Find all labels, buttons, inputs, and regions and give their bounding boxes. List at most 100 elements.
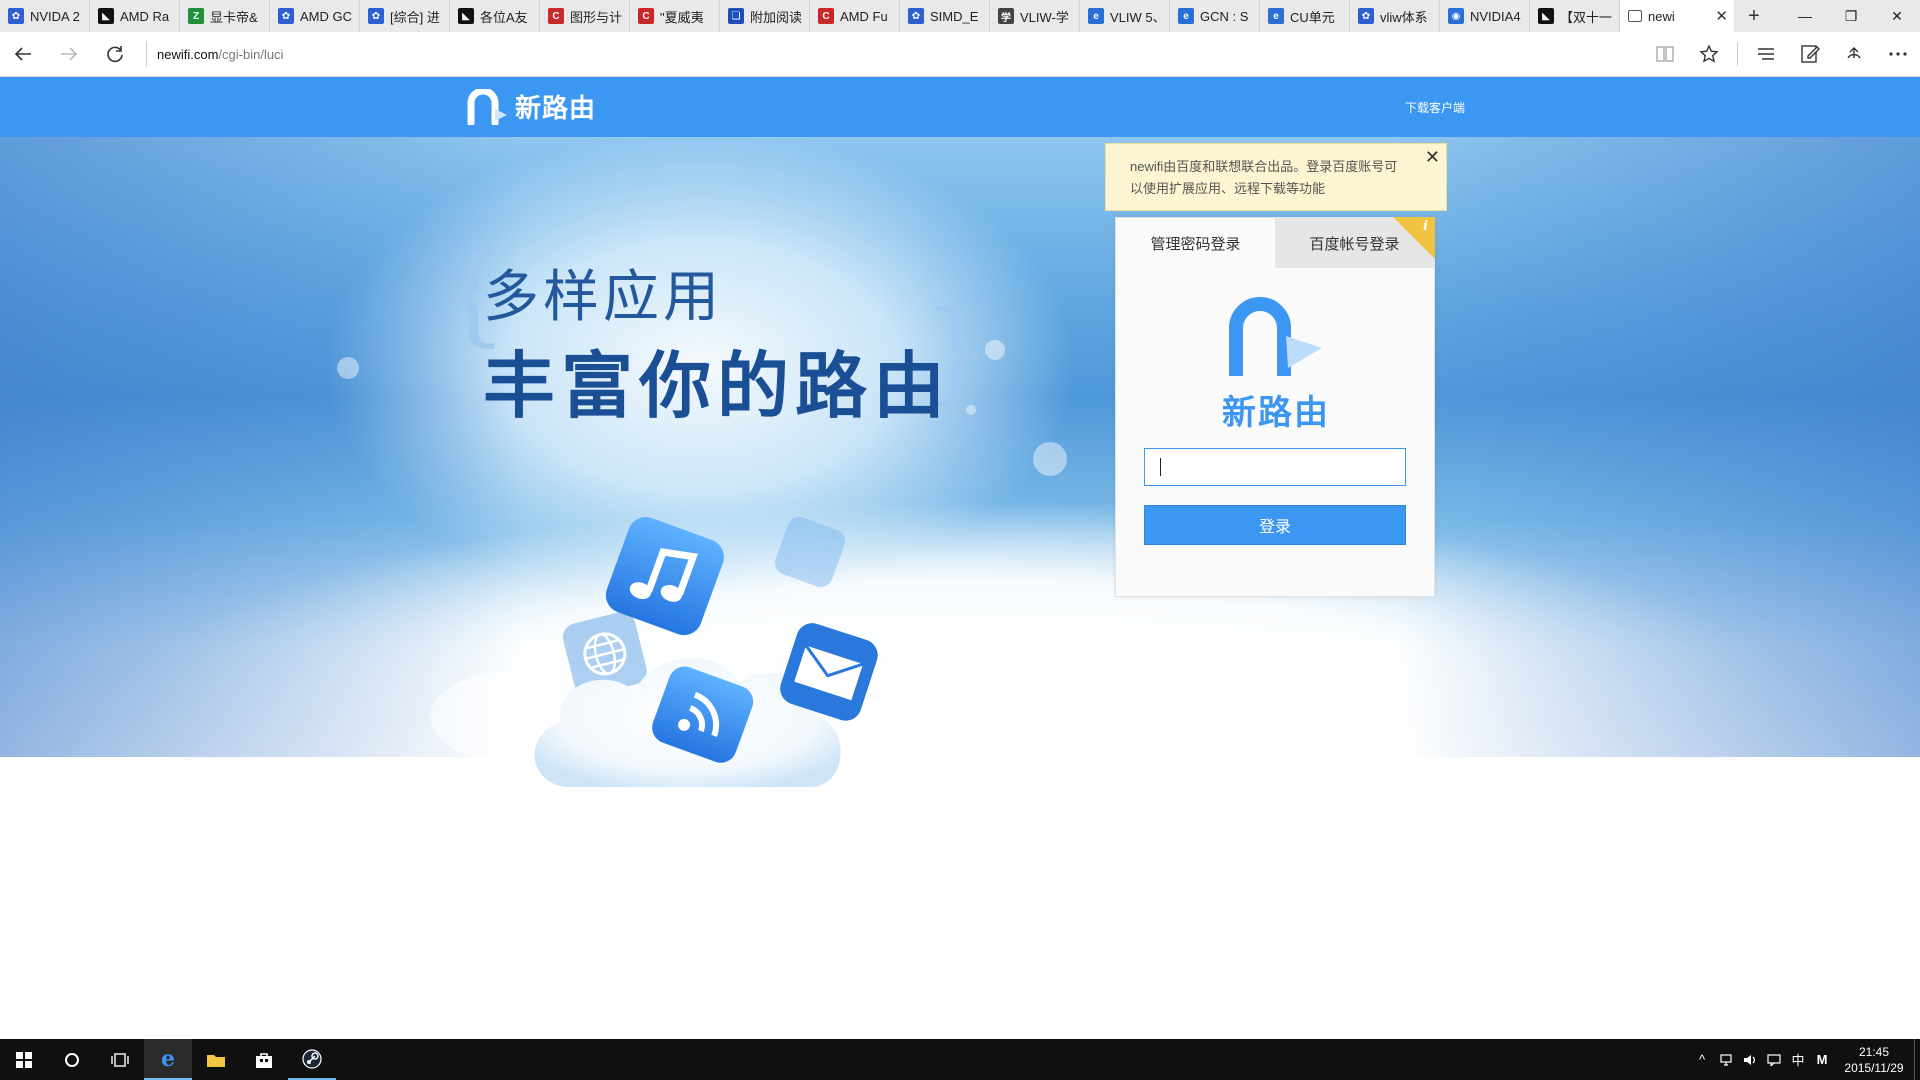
folder-icon [207,1054,225,1067]
browser-tab[interactable]: ✿ [综合] 进 [360,0,450,32]
csdn-icon: C [818,8,834,24]
browser-tab[interactable]: ❏ 附加阅读 [720,0,810,32]
url-field[interactable]: newifi.com/cgi-bin/luci [157,47,1643,62]
hub-icon [1758,48,1774,60]
system-tray: ^ 中 M 21:45 2015/11/29 [1690,1039,1920,1080]
steam-taskbar-button[interactable] [288,1039,336,1080]
steam-icon [302,1048,322,1069]
chevron-up-icon[interactable]: ^ [1690,1039,1714,1080]
file-explorer-button[interactable] [192,1039,240,1080]
network-icon[interactable] [1714,1039,1738,1080]
browser-tab[interactable]: 学 VLIW-学 [990,0,1080,32]
back-button[interactable] [0,32,46,77]
volume-icon[interactable] [1738,1039,1762,1080]
hub-button[interactable] [1744,32,1788,77]
browser-tab[interactable]: e CU单元 [1260,0,1350,32]
page-icon [1628,10,1642,22]
browser-tab[interactable]: ✿ vliw体系 [1350,0,1440,32]
decor-bubble [1033,442,1067,476]
refresh-button[interactable] [92,32,138,77]
tab-active[interactable]: newi ✕ [1620,0,1734,32]
tab-close-icon[interactable]: ✕ [1715,7,1728,25]
tab-title: VLIW-学 [1020,9,1069,25]
browser-tab[interactable]: ✿ SIMD_E [900,0,990,32]
url-host: newifi.com [157,46,219,62]
forward-button[interactable] [46,32,92,77]
login-tabs: 管理密码登录 百度帐号登录 [1116,218,1434,268]
share-button[interactable] [1832,32,1876,77]
browser-tab[interactable]: ✿ NVIDA 2 [0,0,90,32]
hero-right-shade [1400,137,1920,757]
tab-title: AMD Fu [840,8,888,24]
edge-icon: e [161,1045,175,1072]
browser-tab[interactable]: ◣ 【双十一 [1530,0,1620,32]
toolbar-divider [1737,42,1738,66]
xue-icon: 学 [998,8,1014,24]
ime-indicator[interactable]: 中 [1786,1039,1810,1080]
favorite-button[interactable] [1687,32,1731,77]
browser-tab[interactable]: C 图形与计 [540,0,630,32]
windows-icon [16,1051,32,1068]
browser-tab[interactable]: C "夏威夷 [630,0,720,32]
close-icon[interactable]: ✕ [1425,146,1440,168]
info-icon: i [1423,219,1428,234]
tab-title: GCN : S [1200,8,1249,24]
paw-icon: ✿ [278,8,294,24]
paw-icon: ✿ [368,8,384,24]
ime-mode-indicator[interactable]: M [1810,1039,1834,1080]
tab-title: CU单元 [1290,9,1335,25]
task-view-button[interactable] [96,1039,144,1080]
address-bar: newifi.com/cgi-bin/luci [0,32,1920,77]
arrow-right-icon [61,47,78,61]
browser-tab[interactable]: ◉ NVIDIA4 [1440,0,1530,32]
tab-title: 附加阅读 [750,9,803,25]
url-path: /cgi-bin/luci [218,46,284,62]
browser-tab[interactable]: Z 显卡帝& [180,0,270,32]
action-center-icon[interactable] [1762,1039,1786,1080]
zol-icon: Z [188,8,204,24]
tab-title: 各位A友 [480,9,528,25]
browser-tab[interactable]: e GCN : S [1170,0,1260,32]
browser-tab[interactable]: ✿ AMD GC [270,0,360,32]
more-button[interactable] [1876,32,1920,77]
search-button[interactable] [48,1039,96,1080]
restore-button[interactable]: ❐ [1828,0,1874,32]
edge-taskbar-button[interactable]: e [144,1039,192,1080]
tab-title: [综合] 进 [390,9,440,25]
browser-tab[interactable]: C AMD Fu [810,0,900,32]
amd-icon: ◣ [1538,8,1554,24]
hero-banner: { } 多样应用 丰富你的路由 [0,137,1920,787]
cortana-icon [65,1052,79,1067]
minimize-button[interactable]: — [1782,0,1828,32]
tab-title: NVIDA 2 [30,8,80,24]
logo-name: 新路由 [1222,394,1330,432]
csdn-icon: C [638,8,654,24]
browser-tab[interactable]: ◣ 各位A友 [450,0,540,32]
start-button[interactable] [0,1039,48,1080]
tab-title: NVIDIA4 [1470,8,1521,24]
download-client-link[interactable]: 下载客户端 [1405,99,1465,116]
login-panel: 管理密码登录 百度帐号登录 i 新路由 登录 [1115,217,1435,597]
info-corner-badge [1393,217,1435,259]
tab-title: VLIW 5、 [1110,9,1163,25]
e-icon: e [1268,8,1284,24]
decor-bubble [337,357,359,379]
taskbar-clock[interactable]: 21:45 2015/11/29 [1834,1044,1914,1076]
browser-tab[interactable]: e VLIW 5、 [1080,0,1170,32]
paw-icon: ✿ [908,8,924,24]
store-button[interactable] [240,1039,288,1080]
refresh-icon [107,46,123,63]
more-icon [1889,52,1907,56]
close-window-button[interactable]: ✕ [1874,0,1920,32]
web-note-button[interactable] [1788,32,1832,77]
site-logo[interactable]: 新路由 [467,88,596,125]
tab-password-login[interactable]: 管理密码登录 [1116,218,1275,268]
login-button[interactable]: 登录 [1144,505,1406,545]
login-logo: 新路由 [1206,296,1346,432]
amd-icon: ◣ [458,8,474,24]
password-input[interactable] [1144,448,1406,486]
show-desktop-button[interactable] [1914,1039,1920,1080]
browser-tab[interactable]: ◣ AMD Ra [90,0,180,32]
new-tab-button[interactable]: + [1734,0,1774,32]
reading-view-button[interactable] [1643,32,1687,77]
